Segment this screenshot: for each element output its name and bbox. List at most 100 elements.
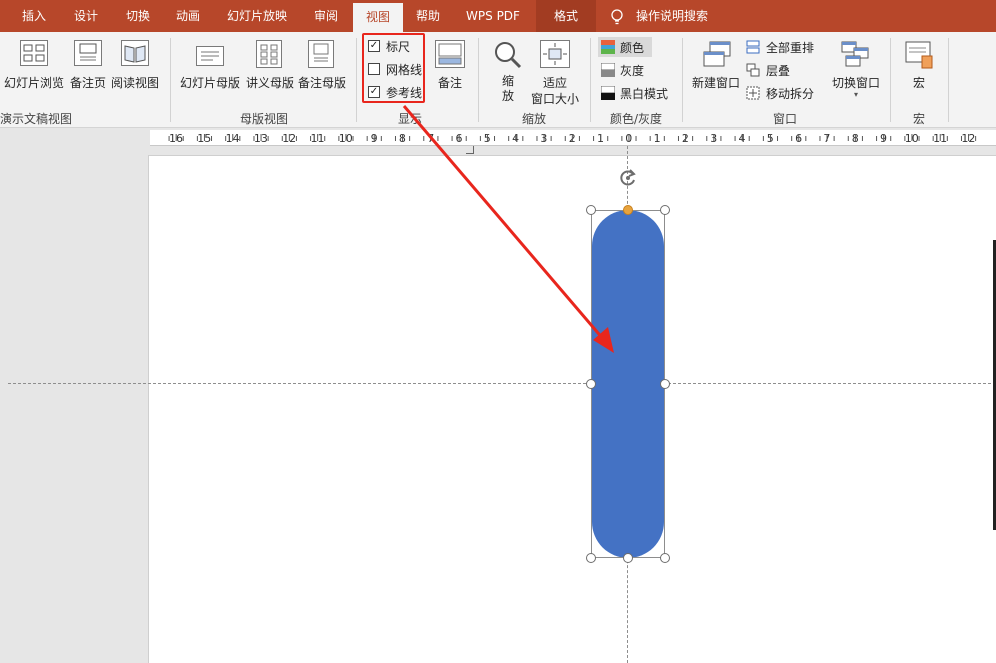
cascade-label: 层叠 (766, 64, 791, 78)
move-split-button[interactable]: 移动拆分 (746, 83, 818, 103)
fit-window-icon (540, 40, 570, 68)
tab-animations[interactable]: 动画 (166, 0, 210, 32)
chevron-down-icon: ▾ (853, 90, 858, 99)
zoom-group-label: 缩放 (521, 112, 546, 126)
slide-sorter-button[interactable]: 幻灯片浏览 (2, 36, 66, 92)
new-window-label: 新建窗口 (691, 76, 740, 90)
slide-canvas[interactable] (148, 155, 996, 663)
magnifier-icon (495, 42, 522, 69)
group-divider (890, 38, 891, 122)
tell-me-search[interactable]: 操作说明搜索 (636, 0, 716, 32)
group-divider (356, 38, 357, 122)
notes-icon (435, 40, 465, 68)
black-white-option-label: 黑白模式 (620, 87, 669, 101)
resize-handle-right[interactable] (660, 379, 670, 389)
resize-handle-bottom[interactable] (623, 553, 633, 563)
tab-slideshow[interactable]: 幻灯片放映 (220, 0, 294, 32)
grayscale-option-label: 灰度 (620, 64, 645, 78)
notes-master-icon (308, 40, 334, 68)
switch-windows-label: 切换窗口 (831, 76, 880, 90)
annotation-highlight-box (362, 33, 425, 103)
master-views-group-label: 母版视图 (239, 112, 288, 126)
notes-label: 备注 (437, 76, 462, 90)
zoom-label-text: 缩放 (501, 74, 514, 103)
color-option[interactable]: 颜色 (598, 37, 652, 57)
adjust-handle[interactable] (623, 205, 633, 215)
slide-sorter-label: 幻灯片浏览 (3, 76, 64, 90)
resize-handle-left[interactable] (586, 379, 596, 389)
ruler-ticks: 161514131211109876543210123456789101112 (168, 132, 977, 145)
tab-format[interactable]: 格式 (536, 0, 596, 32)
handout-master-icon (256, 40, 282, 68)
notes-page-label: 备注页 (69, 76, 106, 90)
tab-transitions[interactable]: 切换 (116, 0, 160, 32)
window-group-label: 窗口 (772, 112, 797, 126)
tab-help[interactable]: 帮助 (406, 0, 450, 32)
horizontal-ruler: 161514131211109876543210123456789101112 (150, 130, 996, 146)
zoom-button[interactable]: 缩放 (488, 36, 528, 106)
slide-master-button[interactable]: 幻灯片母版 (178, 36, 242, 92)
ribbon-tab-bar: 插入 设计 切换 动画 幻灯片放映 审阅 视图 帮助 WPS PDF 格式 操作… (0, 0, 996, 32)
selection-box (591, 210, 665, 558)
tab-design[interactable]: 设计 (64, 0, 108, 32)
show-group-label: 显示 (397, 112, 422, 126)
notes-button[interactable]: 备注 (430, 36, 470, 92)
handout-master-label: 讲义母版 (245, 76, 294, 90)
group-divider (948, 38, 949, 122)
resize-handle-top-left[interactable] (586, 205, 596, 215)
macros-group-label: 宏 (912, 112, 925, 126)
macro-icon (905, 41, 933, 69)
fit-label-line1: 适应 (542, 76, 567, 90)
fit-label-line2: 窗口大小 (530, 92, 579, 106)
horizontal-guide[interactable] (8, 383, 996, 384)
group-divider (478, 38, 479, 122)
lightbulb-icon (611, 9, 623, 25)
color-swatch-icon (601, 40, 615, 54)
ribbon-panel: 幻灯片浏览 备注页 阅读视图 演示文稿视图 幻灯片母版 讲义母版 备注母版 母版… (0, 32, 996, 154)
reading-view-icon (121, 40, 149, 66)
new-window-button[interactable]: 新建窗口 (690, 36, 742, 92)
fit-to-window-button[interactable]: 适应 窗口大小 (530, 36, 580, 106)
switch-windows-button[interactable]: 切换窗口 ▾ (828, 36, 884, 106)
grayscale-icon (601, 63, 615, 77)
macros-label: 宏 (912, 76, 925, 90)
tab-wps-pdf[interactable]: WPS PDF (458, 0, 528, 32)
new-window-icon (703, 41, 731, 67)
tab-view[interactable]: 视图 (353, 3, 403, 32)
group-divider (170, 38, 171, 122)
resize-handle-bottom-left[interactable] (586, 553, 596, 563)
handout-master-button[interactable]: 讲义母版 (244, 36, 296, 92)
color-option-label: 颜色 (620, 41, 645, 55)
zoom-label: 缩放 (488, 74, 528, 104)
cascade-button[interactable]: 层叠 (746, 60, 796, 80)
macros-button[interactable]: 宏 (898, 36, 940, 92)
grayscale-option[interactable]: 灰度 (598, 60, 658, 80)
black-white-icon (601, 86, 615, 100)
left-gutter (0, 146, 148, 663)
rotate-handle-icon[interactable] (618, 168, 638, 188)
group-divider (682, 38, 683, 122)
tab-insert[interactable]: 插入 (12, 0, 56, 32)
notes-master-button[interactable]: 备注母版 (296, 36, 348, 92)
move-split-label: 移动拆分 (766, 87, 815, 101)
arrange-all-label: 全部重排 (766, 41, 815, 55)
resize-handle-top-right[interactable] (660, 205, 670, 215)
notes-master-label: 备注母版 (297, 76, 346, 90)
arrange-all-icon (746, 40, 760, 54)
cascade-icon (746, 63, 760, 77)
show-dialog-launcher-icon[interactable] (466, 146, 474, 154)
color-grayscale-group-label: 颜色/灰度 (609, 112, 663, 126)
notes-page-button[interactable]: 备注页 (68, 36, 108, 92)
slide-master-icon (196, 46, 224, 66)
switch-windows-icon (841, 41, 869, 67)
black-white-option[interactable]: 黑白模式 (598, 83, 672, 103)
reading-view-button[interactable]: 阅读视图 (110, 36, 160, 92)
resize-handle-bottom-right[interactable] (660, 553, 670, 563)
slide-master-label: 幻灯片母版 (179, 76, 240, 90)
move-split-icon (746, 86, 760, 100)
reading-view-label: 阅读视图 (110, 76, 159, 90)
presentation-views-group-label: 演示文稿视图 (0, 112, 73, 126)
notes-page-icon (74, 40, 102, 66)
tab-review[interactable]: 审阅 (304, 0, 348, 32)
arrange-all-button[interactable]: 全部重排 (746, 37, 818, 57)
